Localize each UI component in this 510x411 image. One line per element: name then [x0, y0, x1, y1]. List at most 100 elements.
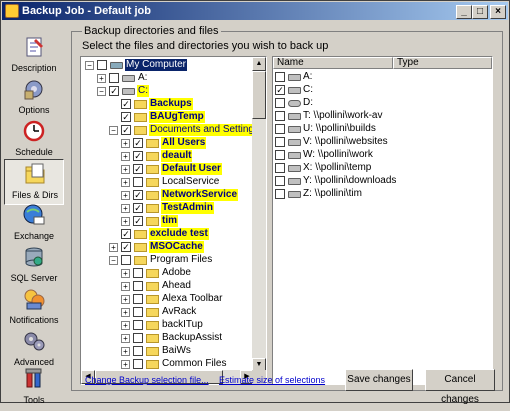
- expand-toggle[interactable]: +: [121, 360, 130, 369]
- tree-row-backups[interactable]: ✓ Backups: [81, 98, 254, 110]
- tree-row-deault[interactable]: + ✓ deault: [81, 150, 254, 162]
- tree-row-my-computer[interactable]: − My Computer: [81, 59, 254, 71]
- tree-row-ahead[interactable]: + Ahead: [81, 280, 254, 292]
- expand-toggle[interactable]: +: [121, 334, 130, 343]
- collapse-toggle[interactable]: −: [109, 256, 118, 265]
- expand-toggle[interactable]: +: [121, 308, 130, 317]
- cancel-changes-button[interactable]: Cancel changes: [425, 369, 495, 405]
- checkbox[interactable]: ✓: [275, 85, 285, 95]
- checkbox[interactable]: [275, 176, 285, 186]
- column-header-type[interactable]: Type: [393, 57, 492, 69]
- tree-row-a[interactable]: + A:: [81, 72, 254, 84]
- expand-toggle[interactable]: +: [121, 269, 130, 278]
- save-changes-button[interactable]: Save changes: [345, 369, 413, 391]
- checkbox[interactable]: ✓: [121, 242, 131, 252]
- checkbox[interactable]: [133, 307, 143, 317]
- expand-toggle[interactable]: +: [121, 295, 130, 304]
- tree-row-backupassist[interactable]: + BackupAssist: [81, 332, 254, 344]
- expand-toggle[interactable]: +: [121, 165, 130, 174]
- tree-row-backitup[interactable]: + backITup: [81, 319, 254, 331]
- checkbox[interactable]: ✓: [121, 125, 131, 135]
- checkbox[interactable]: [121, 255, 131, 265]
- checkbox[interactable]: ✓: [121, 99, 131, 109]
- checkbox[interactable]: [275, 98, 285, 108]
- minimize-button[interactable]: _: [456, 5, 472, 19]
- expand-toggle[interactable]: +: [121, 178, 130, 187]
- checkbox[interactable]: [275, 150, 285, 160]
- checkbox[interactable]: ✓: [133, 203, 143, 213]
- nav-sql-server[interactable]: SQL Server: [4, 243, 64, 289]
- checkbox[interactable]: ✓: [133, 151, 143, 161]
- tree-row-documents-settings[interactable]: − ✓ Documents and Settings: [81, 124, 254, 136]
- file-list[interactable]: Name Type A: ✓ C: D: T: \\pollini\work-a…: [272, 56, 493, 385]
- expand-toggle[interactable]: +: [109, 243, 118, 252]
- tree-vertical-scrollbar[interactable]: ▲ ▼: [252, 57, 266, 372]
- nav-options[interactable]: Options: [4, 75, 64, 121]
- checkbox[interactable]: ✓: [133, 216, 143, 226]
- tree-row-default-user[interactable]: + ✓ Default User: [81, 163, 254, 175]
- tree-row-tim[interactable]: + ✓ tim: [81, 215, 254, 227]
- checkbox[interactable]: [275, 72, 285, 82]
- tree-row-baiws[interactable]: + BaiWs: [81, 345, 254, 357]
- nav-schedule[interactable]: Schedule: [4, 117, 64, 163]
- checkbox[interactable]: ✓: [109, 86, 119, 96]
- checkbox[interactable]: [109, 73, 119, 83]
- nav-tools[interactable]: Tools: [4, 365, 64, 411]
- tree-row-testadmin[interactable]: + ✓ TestAdmin: [81, 202, 254, 214]
- checkbox[interactable]: [275, 163, 285, 173]
- checkbox[interactable]: [275, 124, 285, 134]
- change-selection-file-link[interactable]: Change Backup selection file...: [85, 375, 209, 385]
- close-button[interactable]: ×: [490, 5, 506, 19]
- checkbox[interactable]: ✓: [121, 229, 131, 239]
- checkbox[interactable]: [133, 346, 143, 356]
- checkbox[interactable]: [97, 60, 107, 70]
- tree-row-avrack[interactable]: + AvRack: [81, 306, 254, 318]
- collapse-toggle[interactable]: −: [97, 87, 106, 96]
- column-header-name[interactable]: Name: [273, 57, 393, 69]
- checkbox[interactable]: [275, 189, 285, 199]
- checkbox[interactable]: [133, 281, 143, 291]
- tree-row-all-users[interactable]: + ✓ All Users: [81, 137, 254, 149]
- collapse-toggle[interactable]: −: [85, 61, 94, 70]
- checkbox[interactable]: [133, 320, 143, 330]
- nav-exchange[interactable]: Exchange: [4, 201, 64, 247]
- scroll-up-arrow-icon[interactable]: ▲: [252, 57, 266, 71]
- directory-tree[interactable]: − My Computer + A: − ✓ C: ✓ Backups ✓ BA…: [80, 56, 267, 385]
- expand-toggle[interactable]: +: [121, 204, 130, 213]
- checkbox[interactable]: [133, 268, 143, 278]
- nav-description[interactable]: Description: [4, 33, 64, 79]
- expand-toggle[interactable]: +: [97, 74, 106, 83]
- tree-row-networkservice[interactable]: + ✓ NetworkService: [81, 189, 254, 201]
- tree-row-msocache[interactable]: + ✓ MSOCache: [81, 241, 254, 253]
- checkbox[interactable]: ✓: [133, 164, 143, 174]
- checkbox[interactable]: [133, 333, 143, 343]
- tree-row-baugtemp[interactable]: ✓ BAUgTemp: [81, 111, 254, 123]
- tree-row-common-files[interactable]: + Common Files: [81, 358, 254, 370]
- checkbox[interactable]: ✓: [121, 112, 131, 122]
- expand-toggle[interactable]: +: [121, 152, 130, 161]
- checkbox[interactable]: ✓: [133, 190, 143, 200]
- collapse-toggle[interactable]: −: [109, 126, 118, 135]
- expand-toggle[interactable]: +: [121, 282, 130, 291]
- tree-row-program-files[interactable]: − Program Files: [81, 254, 254, 266]
- checkbox[interactable]: ✓: [133, 138, 143, 148]
- tree-row-exclude-test[interactable]: ✓ exclude test: [81, 228, 254, 240]
- checkbox[interactable]: [133, 294, 143, 304]
- estimate-size-link[interactable]: Estimate size of selections: [219, 375, 325, 385]
- expand-toggle[interactable]: +: [121, 347, 130, 356]
- nav-notifications[interactable]: Notifications: [4, 285, 64, 331]
- checkbox[interactable]: [133, 177, 143, 187]
- scroll-thumb[interactable]: [252, 71, 266, 119]
- nav-files-dirs[interactable]: Files & Dirs: [4, 159, 64, 205]
- checkbox[interactable]: [275, 111, 285, 121]
- tree-row-alexa-toolbar[interactable]: + Alexa Toolbar: [81, 293, 254, 305]
- tree-row-c[interactable]: − ✓ C:: [81, 85, 254, 97]
- tree-row-adobe[interactable]: + Adobe: [81, 267, 254, 279]
- tree-row-localservice[interactable]: + LocalService: [81, 176, 254, 188]
- maximize-button[interactable]: □: [472, 5, 488, 19]
- expand-toggle[interactable]: +: [121, 217, 130, 226]
- expand-toggle[interactable]: +: [121, 321, 130, 330]
- checkbox[interactable]: [275, 137, 285, 147]
- checkbox[interactable]: [133, 359, 143, 369]
- expand-toggle[interactable]: +: [121, 191, 130, 200]
